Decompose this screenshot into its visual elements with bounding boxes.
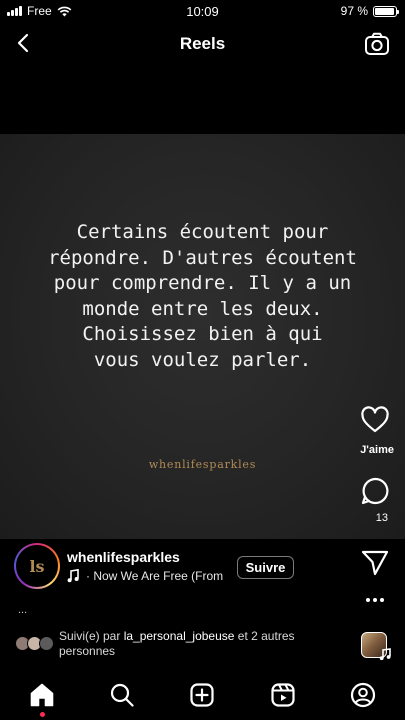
quote-line: Certains écoutent pour: [76, 221, 329, 243]
username[interactable]: whenlifesparkles: [67, 549, 180, 565]
create-post-icon[interactable]: [189, 682, 215, 708]
quote-line: répondre. D'autres écoutent: [48, 246, 357, 269]
like-label: J'aime: [360, 444, 394, 456]
avatar-logo: ls: [29, 556, 45, 576]
music-note-icon: [379, 648, 391, 661]
quote-text: Certains écoutent pour répondre. D'autre…: [0, 220, 405, 373]
battery-percent: 97 %: [340, 4, 368, 18]
more-options-icon[interactable]: [360, 590, 390, 610]
avatar-inner: ls: [16, 545, 58, 587]
quote-line: pour comprendre. Il y a un: [53, 272, 352, 294]
status-bar: Free 10:09 97 %: [0, 0, 405, 22]
battery-icon: [373, 5, 399, 17]
reels-icon[interactable]: [270, 682, 296, 708]
music-note-icon: [67, 569, 79, 583]
followed-by-text[interactable]: Suivi(e) par la_personal_jobeuse et 2 au…: [59, 629, 329, 659]
quote-line: monde entre les deux.: [82, 297, 323, 320]
home-icon[interactable]: [29, 682, 55, 708]
watermark: whenlifesparkles: [148, 458, 257, 471]
comment-count: 13: [375, 512, 388, 524]
music-track[interactable]: · Now We Are Free (From: [86, 569, 224, 583]
followed-user[interactable]: la_personal_jobeuse: [124, 629, 235, 643]
page-title: Reels: [179, 34, 226, 53]
bottom-nav: [0, 672, 405, 720]
notification-dot: [40, 712, 45, 717]
follower-avatars: [15, 636, 55, 652]
avatar: [39, 636, 54, 651]
avatar[interactable]: ls: [14, 543, 60, 589]
profile-icon[interactable]: [350, 682, 376, 708]
quote-line: Choisissez bien à qui: [82, 323, 323, 345]
caption-more[interactable]: ...: [18, 604, 27, 616]
followed-prefix: Suivi(e) par: [59, 629, 124, 643]
comment-icon[interactable]: [360, 476, 390, 506]
camera-icon[interactable]: [364, 31, 390, 57]
battery-fill: [375, 7, 395, 15]
header: Reels: [0, 22, 405, 66]
share-send-icon[interactable]: [360, 549, 390, 577]
follow-button[interactable]: Suivre: [237, 556, 294, 579]
like-heart-icon[interactable]: [360, 406, 390, 434]
status-right: 97 %: [340, 4, 399, 18]
quote-line: vous voulez parler.: [93, 348, 312, 371]
reel-video[interactable]: Certains écoutent pour répondre. D'autre…: [0, 134, 405, 539]
search-icon[interactable]: [109, 682, 135, 708]
